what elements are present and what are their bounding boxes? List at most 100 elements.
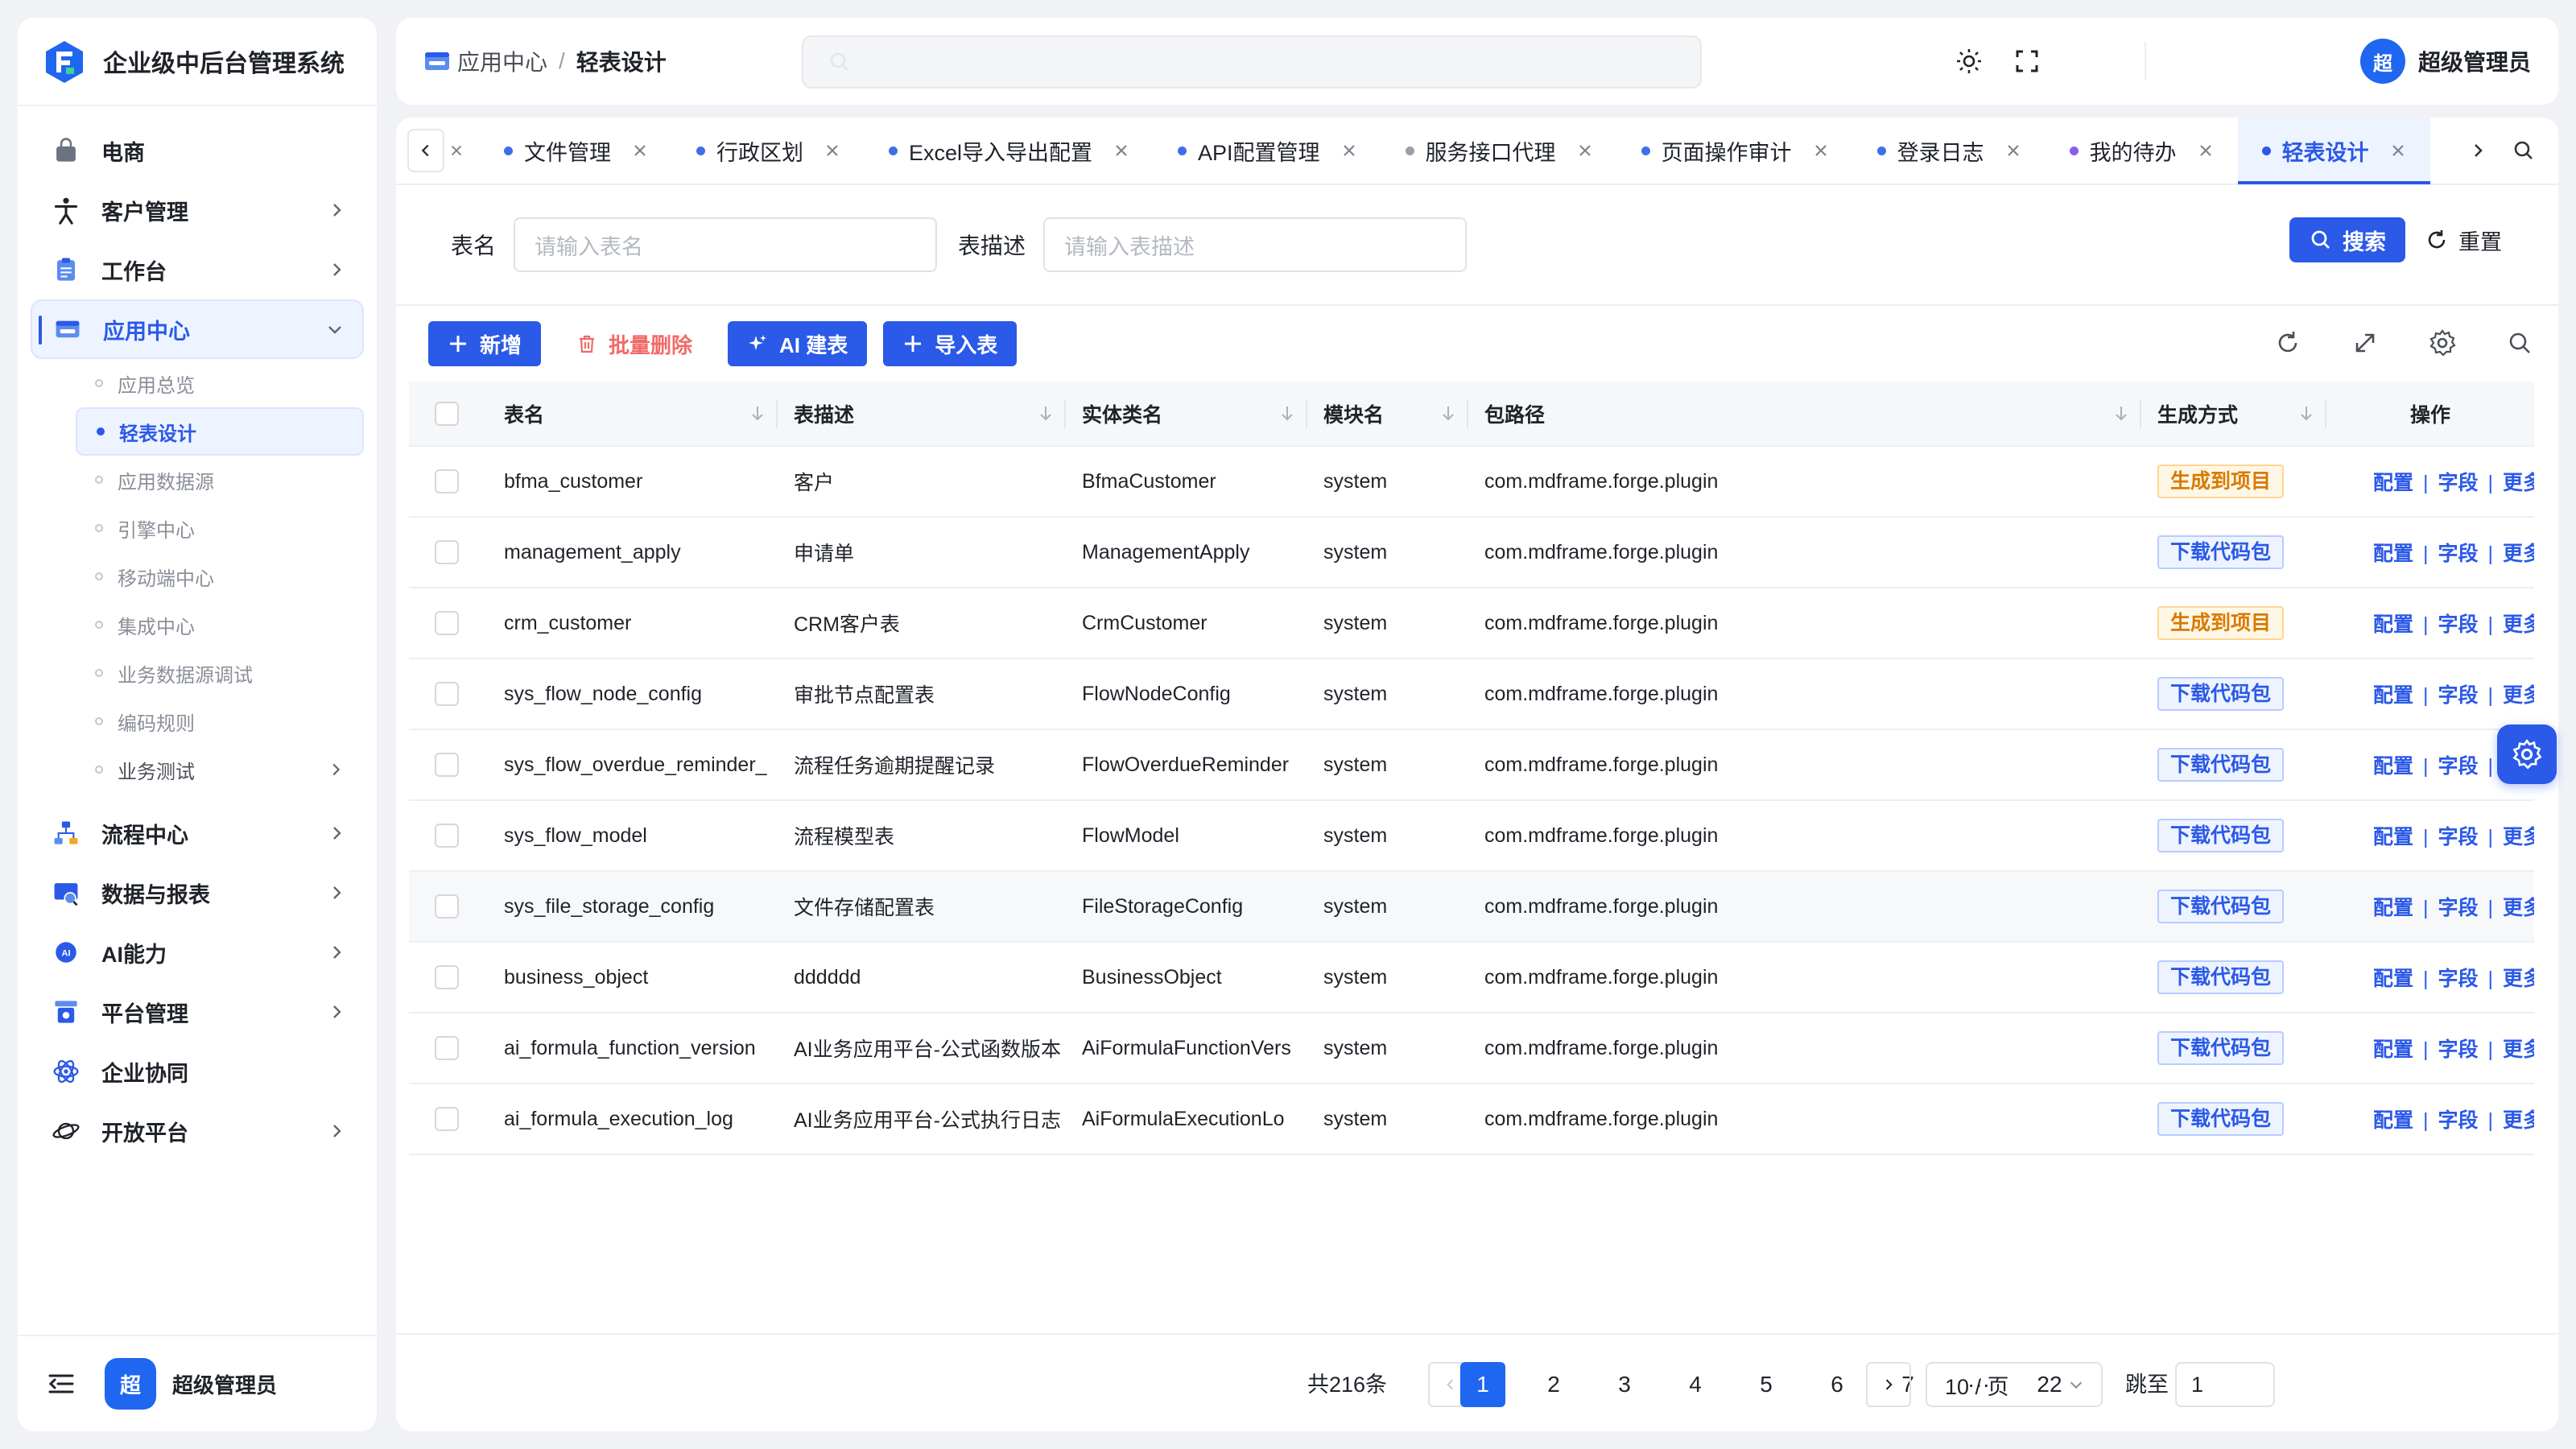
- page-number-button[interactable]: 6: [1814, 1362, 1860, 1407]
- page-number-button[interactable]: 1: [1460, 1362, 1505, 1407]
- row-checkbox[interactable]: [435, 1036, 459, 1061]
- more-link[interactable]: 更多: [2503, 1038, 2534, 1061]
- sort-down-icon[interactable]: [1439, 404, 1457, 422]
- user-menu[interactable]: 超 超级管理员: [2359, 39, 2531, 84]
- config-link[interactable]: 配置: [2373, 826, 2413, 848]
- tab-service-proxy[interactable]: 服务接口代理: [1381, 118, 1617, 184]
- more-link[interactable]: 更多: [2503, 472, 2534, 494]
- sidebar-item-collaboration[interactable]: 企业协同: [31, 1042, 364, 1101]
- sidebar-item-open-platform[interactable]: 开放平台: [31, 1101, 364, 1161]
- close-icon[interactable]: [2005, 142, 2021, 159]
- breadcrumb-parent[interactable]: 应用中心: [457, 45, 547, 77]
- column-header[interactable]: 模块名: [1307, 382, 1468, 447]
- tab-login-log[interactable]: 登录日志: [1853, 118, 2046, 184]
- config-link[interactable]: 配置: [2373, 968, 2413, 990]
- table-row[interactable]: management_apply 申请单 ManagementApply system…: [409, 517, 2534, 588]
- close-icon[interactable]: [2198, 142, 2214, 159]
- column-header[interactable]: 表描述: [778, 382, 1066, 447]
- more-link[interactable]: 更多: [2503, 613, 2534, 636]
- row-checkbox[interactable]: [435, 965, 459, 990]
- sort-down-icon[interactable]: [2112, 404, 2130, 422]
- field-link[interactable]: 字段: [2438, 613, 2479, 636]
- sort-down-icon[interactable]: [2297, 404, 2315, 422]
- import-table-button[interactable]: 导入表: [883, 321, 1018, 366]
- reset-button[interactable]: 重置: [2425, 217, 2502, 262]
- table-row[interactable]: sys_file_storage_config 文件存储配置表 FileStorag…: [409, 871, 2534, 943]
- sort-down-icon[interactable]: [1037, 404, 1055, 422]
- table-row[interactable]: sys_flow_overdue_reminder_ 流程任务逾期提醒记录 Flow…: [409, 729, 2534, 801]
- gear-icon[interactable]: [2428, 328, 2457, 357]
- config-link[interactable]: 配置: [2373, 472, 2413, 494]
- row-checkbox[interactable]: [435, 540, 459, 565]
- page-number-button[interactable]: 5: [1744, 1362, 1789, 1407]
- sun-icon[interactable]: [1955, 47, 1984, 76]
- sidebar-item-customer[interactable]: 客户管理: [31, 180, 364, 240]
- search-icon[interactable]: [2505, 328, 2534, 357]
- collapse-menu-icon[interactable]: [47, 1369, 76, 1398]
- row-checkbox[interactable]: [435, 682, 459, 707]
- close-icon[interactable]: [1113, 142, 1129, 159]
- search-button[interactable]: 搜索: [2289, 217, 2405, 262]
- submenu-item-engine-center[interactable]: 引擎中心: [76, 504, 364, 552]
- table-row[interactable]: ai_formula_function_version AI业务应用平台-公式函数…: [409, 1013, 2534, 1084]
- close-icon[interactable]: [1577, 142, 1593, 159]
- field-link[interactable]: 字段: [2438, 968, 2479, 990]
- page-number-button[interactable]: 2: [1531, 1362, 1576, 1407]
- table-row[interactable]: sys_flow_model 流程模型表 FlowModel system com.md…: [409, 800, 2534, 872]
- more-link[interactable]: 更多: [2503, 684, 2534, 707]
- tab-excel-config[interactable]: Excel导入导出配置: [865, 118, 1154, 184]
- field-link[interactable]: 字段: [2438, 1038, 2479, 1061]
- more-link[interactable]: 更多: [2503, 1109, 2534, 1132]
- sidebar-item-ai[interactable]: AI AI能力: [31, 923, 364, 982]
- config-link[interactable]: 配置: [2373, 684, 2413, 707]
- close-icon[interactable]: [632, 142, 648, 159]
- tab-file-management[interactable]: 文件管理: [480, 118, 672, 184]
- config-link[interactable]: 配置: [2373, 1038, 2413, 1061]
- chevron-right-icon[interactable]: [2468, 141, 2487, 160]
- config-link[interactable]: 配置: [2373, 755, 2413, 778]
- field-link[interactable]: 字段: [2438, 543, 2479, 565]
- field-link[interactable]: 字段: [2438, 1109, 2479, 1132]
- close-icon[interactable]: [824, 142, 840, 159]
- submenu-item-mobile-center[interactable]: 移动端中心: [76, 552, 364, 601]
- sidebar-item-data-reports[interactable]: 数据与报表: [31, 863, 364, 923]
- submenu-item-app-datasource[interactable]: 应用数据源: [76, 456, 364, 504]
- table-desc-input[interactable]: 请输入表描述: [1043, 217, 1468, 272]
- submenu-item-business-test[interactable]: 业务测试: [76, 745, 364, 794]
- sidebar-item-platform[interactable]: 平台管理: [31, 982, 364, 1042]
- config-link[interactable]: 配置: [2373, 1109, 2413, 1132]
- submenu-item-app-overview[interactable]: 应用总览: [76, 359, 364, 407]
- close-icon[interactable]: [1813, 142, 1829, 159]
- floating-settings-button[interactable]: [2497, 724, 2557, 784]
- sidebar-item-workbench[interactable]: 工作台: [31, 240, 364, 299]
- row-checkbox[interactable]: [435, 753, 459, 778]
- config-link[interactable]: 配置: [2373, 613, 2413, 636]
- sort-down-icon[interactable]: [1278, 404, 1296, 422]
- page-size-select[interactable]: 10 / 页: [1926, 1362, 2103, 1407]
- close-icon[interactable]: [1341, 142, 1357, 159]
- field-link[interactable]: 字段: [2438, 826, 2479, 848]
- sort-down-icon[interactable]: [749, 404, 766, 422]
- tab-scroll-left-button[interactable]: [407, 129, 444, 172]
- config-link[interactable]: 配置: [2373, 543, 2413, 565]
- search-icon[interactable]: [2512, 138, 2536, 163]
- global-search-input[interactable]: [802, 35, 1702, 89]
- row-checkbox[interactable]: [435, 894, 459, 919]
- sidebar-item-flow-center[interactable]: 流程中心: [31, 803, 364, 863]
- row-checkbox[interactable]: [435, 1107, 459, 1132]
- field-link[interactable]: 字段: [2438, 684, 2479, 707]
- row-checkbox[interactable]: [435, 469, 459, 494]
- more-link[interactable]: 更多: [2503, 968, 2534, 990]
- submenu-item-datasource-debug[interactable]: 业务数据源调试: [76, 649, 364, 697]
- page-number-button[interactable]: 4: [1673, 1362, 1718, 1407]
- expand-icon[interactable]: [2351, 328, 2380, 357]
- sidebar-item-app-center[interactable]: 应用中心: [31, 299, 364, 359]
- column-header[interactable]: 生成方式: [2141, 382, 2326, 447]
- close-icon[interactable]: [2390, 142, 2406, 159]
- row-checkbox[interactable]: [435, 611, 459, 636]
- select-all-checkbox[interactable]: [435, 401, 459, 426]
- tab-page-audit[interactable]: 页面操作审计: [1617, 118, 1853, 184]
- table-row[interactable]: ai_formula_execution_log AI业务应用平台-公式执行日志 A…: [409, 1084, 2534, 1155]
- column-header[interactable]: 表名: [488, 382, 778, 447]
- table-row[interactable]: bfma_customer 客户 BfmaCustomer system com.mdf…: [409, 446, 2534, 518]
